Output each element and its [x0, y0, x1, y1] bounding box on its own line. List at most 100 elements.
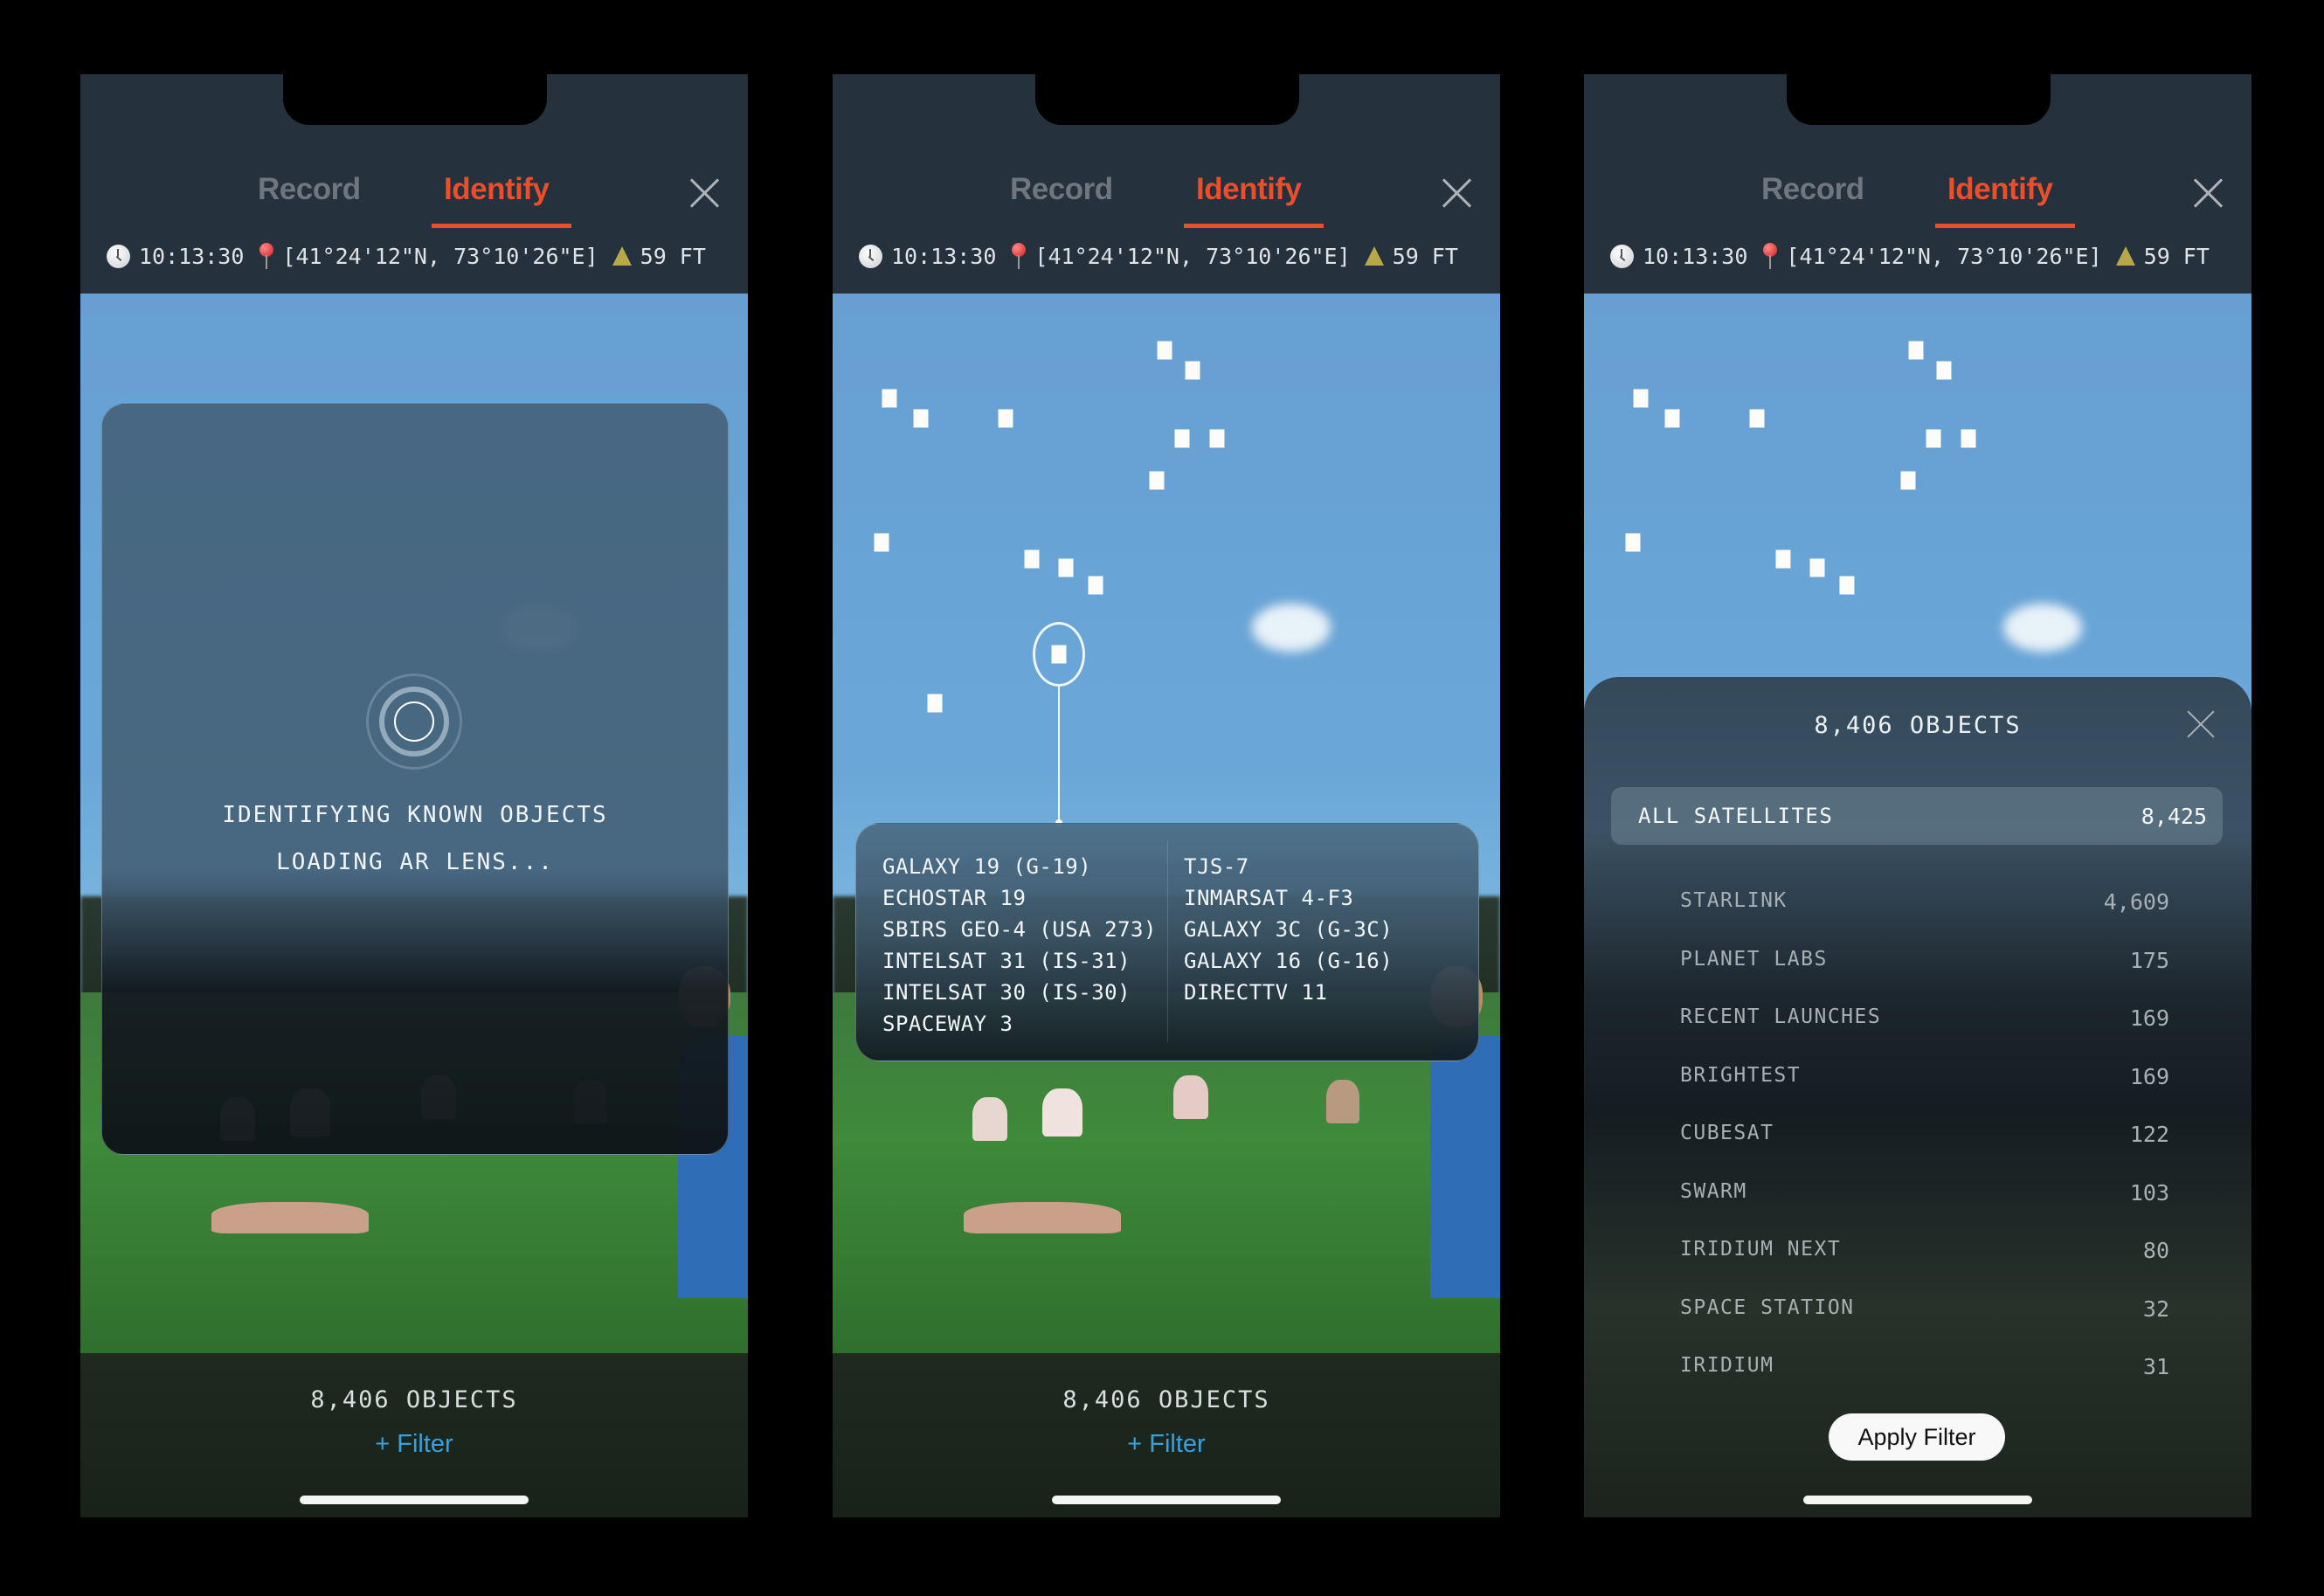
satellite-marker[interactable] — [913, 409, 929, 428]
satellite-list-right: TJS-7 INMARSAT 4-F3 GALAXY 3C (G-3C) GALAXY… — [1184, 853, 1393, 1005]
filter-option[interactable]: CUBESAT 122 — [1680, 1122, 2169, 1157]
filter-option[interactable]: PLANET LABS 175 — [1680, 948, 2169, 983]
satellite-marker[interactable] — [1174, 429, 1190, 448]
satellite-marker[interactable] — [1185, 361, 1200, 380]
satellite-name[interactable]: ECHOSTAR 19 — [882, 885, 1157, 911]
satellite-marker[interactable] — [1936, 361, 1952, 380]
satellite-marker[interactable] — [1157, 341, 1172, 360]
satellite-marker[interactable] — [927, 694, 943, 713]
satellite-marker[interactable] — [874, 533, 889, 552]
close-icon[interactable] — [2187, 709, 2217, 739]
filter-option-count: 4,609 — [2103, 889, 2169, 915]
filter-option[interactable]: IRIDIUM 31 — [1680, 1354, 2169, 1389]
satellite-marker[interactable] — [1775, 549, 1791, 569]
satellite-name[interactable]: GALAXY 19 (G-19) — [882, 853, 1157, 880]
satellite-name[interactable]: SBIRS GEO-4 (USA 273) — [882, 916, 1157, 943]
active-tab-underline — [1184, 224, 1324, 228]
satellite-marker[interactable] — [1149, 471, 1165, 490]
satellite-name[interactable]: INTELSAT 30 (IS-30) — [882, 979, 1157, 1005]
satellite-marker[interactable] — [882, 389, 897, 408]
device-notch — [1787, 74, 2051, 125]
satellite-marker[interactable] — [1664, 409, 1680, 428]
filter-sheet: 8,406 OBJECTS ALL SATELLITES 8,425 STARLINK… — [1584, 677, 2251, 1517]
satellite-name[interactable]: GALAXY 16 (G-16) — [1184, 948, 1393, 974]
satellite-name[interactable]: SPACEWAY 3 — [882, 1011, 1157, 1037]
filter-option[interactable]: SWARM 103 — [1680, 1180, 2169, 1215]
satellite-marker[interactable] — [1749, 409, 1765, 428]
filter-option[interactable]: RECENT LAUNCHES 169 — [1680, 1005, 2169, 1040]
tab-record[interactable]: Record — [1761, 172, 1864, 207]
filter-option-count: 80 — [2142, 1238, 2169, 1263]
home-indicator[interactable] — [1052, 1496, 1281, 1504]
satellite-marker[interactable] — [1633, 389, 1649, 408]
app-header: Record Identify 10:13:30 [41°24'12"N, 73… — [80, 74, 748, 294]
coordinates-readout: [41°24'12"N, 73°10'26"E] — [282, 243, 598, 269]
satellite-marker[interactable] — [1088, 576, 1103, 595]
satellite-marker[interactable] — [1908, 341, 1924, 360]
status-line: 10:13:30 [41°24'12"N, 73°10'26"E] 59 FT — [1610, 243, 2210, 269]
filter-option[interactable]: SPACE STATION 32 — [1680, 1296, 2169, 1331]
satellite-marker[interactable] — [1058, 558, 1074, 577]
satellite-name[interactable]: INTELSAT 31 (IS-31) — [882, 948, 1157, 974]
close-icon[interactable] — [2193, 177, 2224, 209]
apply-filter-button[interactable]: Apply Filter — [1829, 1413, 2005, 1461]
tab-identify[interactable]: Identify — [1947, 172, 2053, 207]
filter-option-label: PLANET LABS — [1680, 947, 1828, 971]
tab-identify[interactable]: Identify — [1196, 172, 1302, 207]
person — [211, 1202, 369, 1233]
satellite-marker[interactable] — [998, 409, 1013, 428]
tab-record[interactable]: Record — [1010, 172, 1113, 207]
time-readout: 10:13:30 — [139, 243, 245, 269]
satellite-marker[interactable] — [1926, 429, 1941, 448]
satellite-marker[interactable] — [1900, 471, 1916, 490]
filter-option-label: BRIGHTEST — [1680, 1063, 1802, 1087]
status-line: 10:13:30 [41°24'12"N, 73°10'26"E] 59 FT — [859, 243, 1458, 269]
satellite-name[interactable]: INMARSAT 4-F3 — [1184, 885, 1393, 911]
home-indicator[interactable] — [1803, 1496, 2032, 1504]
person — [1173, 1075, 1208, 1119]
filter-option-all-satellites[interactable]: ALL SATELLITES 8,425 — [1611, 787, 2223, 845]
loading-spinner-icon — [366, 674, 462, 770]
app-header: Record Identify 10:13:30 [41°24'12"N, 73… — [833, 74, 1500, 294]
home-indicator[interactable] — [300, 1496, 529, 1504]
satellite-marker[interactable] — [1209, 429, 1225, 448]
location-pin-icon — [1012, 243, 1027, 269]
coordinates-readout: [41°24'12"N, 73°10'26"E] — [1786, 243, 2102, 269]
filter-option[interactable]: BRIGHTEST 169 — [1680, 1064, 2169, 1099]
person — [1042, 1088, 1082, 1137]
add-filter-button[interactable]: + Filter — [80, 1430, 748, 1459]
mountain-icon — [2115, 246, 2135, 266]
satellite-marker[interactable] — [1839, 576, 1855, 595]
coordinates-readout: [41°24'12"N, 73°10'26"E] — [1034, 243, 1351, 269]
filter-option-count: 103 — [2129, 1179, 2169, 1206]
time-readout: 10:13:30 — [1643, 243, 1748, 269]
satellite-info-panel: GALAXY 19 (G-19) ECHOSTAR 19 SBIRS GEO-4 (… — [855, 823, 1479, 1061]
tab-record[interactable]: Record — [258, 172, 361, 207]
filter-option-label: STARLINK — [1680, 889, 1788, 912]
filter-option-count: 122 — [2129, 1122, 2169, 1147]
filter-option-count: 169 — [2129, 1005, 2169, 1031]
close-icon[interactable] — [689, 177, 721, 209]
app-header: Record Identify 10:13:30 [41°24'12"N, 73… — [1584, 74, 2251, 294]
filter-option-label: ALL SATELLITES — [1638, 804, 1834, 828]
filter-option[interactable]: IRIDIUM NEXT 80 — [1680, 1238, 2169, 1273]
filter-option[interactable]: STARLINK 4,609 — [1680, 889, 2169, 924]
filter-sheet-title: 8,406 OBJECTS — [1814, 712, 2022, 739]
tab-identify[interactable]: Identify — [444, 172, 550, 207]
filter-option-label: CUBESAT — [1680, 1122, 1774, 1144]
filter-option-label: SPACE STATION — [1680, 1295, 1855, 1319]
close-icon[interactable] — [1442, 177, 1473, 209]
satellite-marker[interactable] — [1024, 549, 1040, 569]
satellite-marker[interactable] — [1961, 429, 1976, 448]
satellite-name[interactable]: TJS-7 — [1184, 853, 1393, 880]
loading-status-text: IDENTIFYING KNOWN OBJECTS — [222, 802, 608, 828]
add-filter-button[interactable]: + Filter — [833, 1430, 1500, 1459]
satellite-name[interactable]: GALAXY 3C (G-3C) — [1184, 916, 1393, 943]
satellite-marker[interactable] — [1809, 558, 1825, 577]
filter-option-count: 8,425 — [2141, 804, 2207, 829]
satellite-name[interactable]: DIRECTTV 11 — [1184, 979, 1393, 1005]
column-divider — [1167, 841, 1168, 1042]
satellite-marker[interactable] — [1625, 533, 1641, 552]
filter-option-label: RECENT LAUNCHES — [1680, 1005, 1882, 1028]
active-tab-underline — [1935, 224, 2075, 228]
